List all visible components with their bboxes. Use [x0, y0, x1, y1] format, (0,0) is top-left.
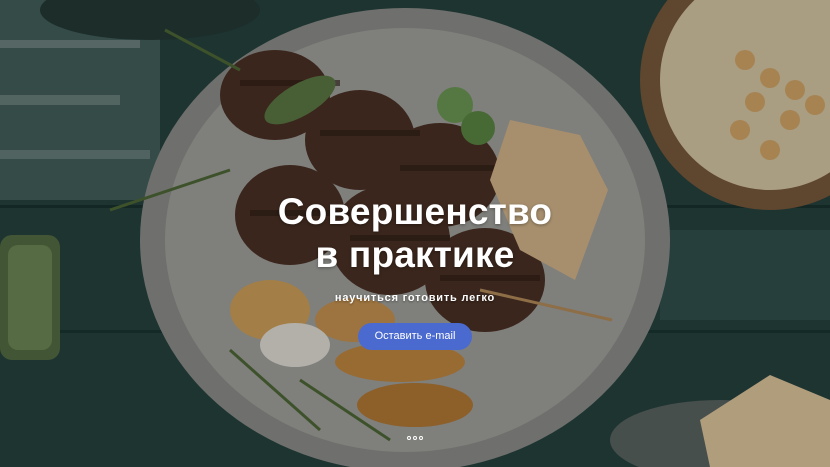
- slider-dots: [400, 434, 430, 442]
- hero-subtitle: научиться готовить легко: [334, 292, 496, 304]
- hero-title-line2: в практике: [315, 234, 515, 275]
- slider-dot-1[interactable]: [407, 436, 411, 440]
- hero-section: Совершенство в практике научиться готови…: [0, 0, 830, 467]
- hero-title-line1: Совершенство: [277, 191, 553, 232]
- slider-dot-3[interactable]: [419, 436, 423, 440]
- slider-dot-2[interactable]: [413, 436, 417, 440]
- hero-title: Совершенство в практике: [0, 190, 830, 276]
- leave-email-button[interactable]: Оставить e-mail: [358, 323, 472, 350]
- hero-content: Совершенство в практике научиться готови…: [0, 0, 830, 467]
